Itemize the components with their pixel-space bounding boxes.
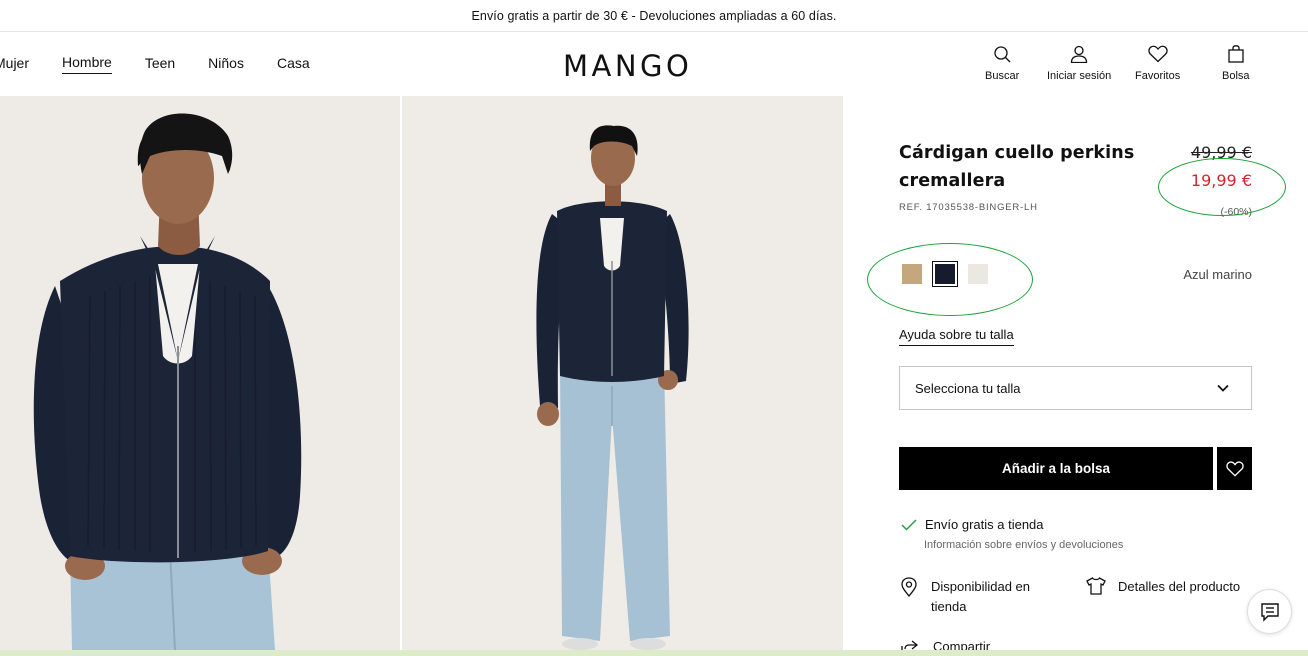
size-select[interactable]: Selecciona tu talla: [899, 366, 1252, 410]
main-nav: Mujer Hombre Teen Niños Casa: [0, 32, 343, 96]
color-swatch-camel[interactable]: [902, 264, 922, 284]
brand-logo[interactable]: MANGO: [563, 49, 692, 83]
nav-item-ninos[interactable]: Niños: [208, 55, 244, 74]
model-fullbody-illustration: [402, 96, 843, 650]
search-label: Buscar: [985, 70, 1020, 82]
model-closeup-illustration: [0, 96, 400, 650]
search-button[interactable]: Buscar: [985, 45, 1019, 82]
discount-percent: (-60%): [1220, 206, 1252, 218]
favorites-label: Favoritos: [1135, 70, 1181, 82]
bottom-edge-strip: [0, 650, 1308, 656]
price-original: 49,99 €: [1190, 143, 1252, 162]
bag-icon: [1228, 45, 1244, 63]
product-image-fullbody[interactable]: [402, 96, 843, 650]
product-details-label: Detalles del producto: [1118, 579, 1241, 594]
product-reference: REF. 17035538-BINGER-LH: [899, 202, 1038, 213]
login-button[interactable]: Iniciar sesión: [1047, 45, 1111, 82]
product-details-button[interactable]: Detalles del producto: [1086, 577, 1240, 597]
chat-button[interactable]: [1247, 589, 1292, 634]
search-icon: [994, 46, 1011, 63]
free-shipping-text: Envío gratis a tienda: [925, 517, 1044, 532]
free-shipping-info: Envío gratis a tienda: [901, 517, 1044, 532]
shipping-returns-link[interactable]: Información sobre envíos y devoluciones: [924, 539, 1123, 551]
bag-button[interactable]: Bolsa: [1222, 45, 1250, 82]
price-sale: 19,99 €: [1190, 171, 1252, 190]
header: Mujer Hombre Teen Niños Casa MANGO Busca…: [0, 32, 1308, 96]
promo-bar: Envío gratis a partir de 30 € - Devoluci…: [0, 0, 1308, 32]
add-to-bag-button[interactable]: Añadir a la bolsa: [899, 447, 1213, 490]
check-icon: [901, 518, 917, 531]
favorites-button[interactable]: Favoritos: [1135, 45, 1180, 82]
nav-item-teen[interactable]: Teen: [145, 55, 175, 74]
tshirt-icon: [1086, 577, 1106, 595]
size-select-label: Selecciona tu talla: [915, 380, 1021, 396]
color-swatch-navy[interactable]: [932, 261, 958, 287]
nav-item-hombre[interactable]: Hombre: [62, 54, 112, 74]
nav-item-mujer[interactable]: Mujer: [0, 55, 29, 74]
user-icon: [1070, 45, 1088, 63]
chat-icon: [1260, 602, 1279, 622]
product-image-closeup[interactable]: [0, 96, 400, 650]
location-pin-icon: [901, 577, 917, 597]
size-help-link[interactable]: Ayuda sobre tu talla: [899, 327, 1014, 346]
product-title: Cárdigan cuello perkins cremallera: [899, 143, 1135, 191]
heart-icon: [1147, 45, 1168, 63]
store-availability-label: Disponibilidad en tienda: [931, 579, 1031, 614]
color-swatch-cream[interactable]: [968, 264, 988, 284]
bag-label: Bolsa: [1222, 70, 1250, 82]
login-label: Iniciar sesión: [1047, 70, 1112, 82]
nav-item-casa[interactable]: Casa: [277, 55, 310, 74]
store-availability-button[interactable]: Disponibilidad en tienda: [901, 577, 1051, 617]
add-to-favorites-button[interactable]: [1217, 447, 1252, 490]
chevron-down-icon: [1217, 384, 1229, 392]
selected-color-name: Azul marino: [1183, 267, 1252, 282]
heart-icon: [1225, 461, 1244, 477]
promo-text: Envío gratis a partir de 30 € - Devoluci…: [471, 8, 837, 23]
